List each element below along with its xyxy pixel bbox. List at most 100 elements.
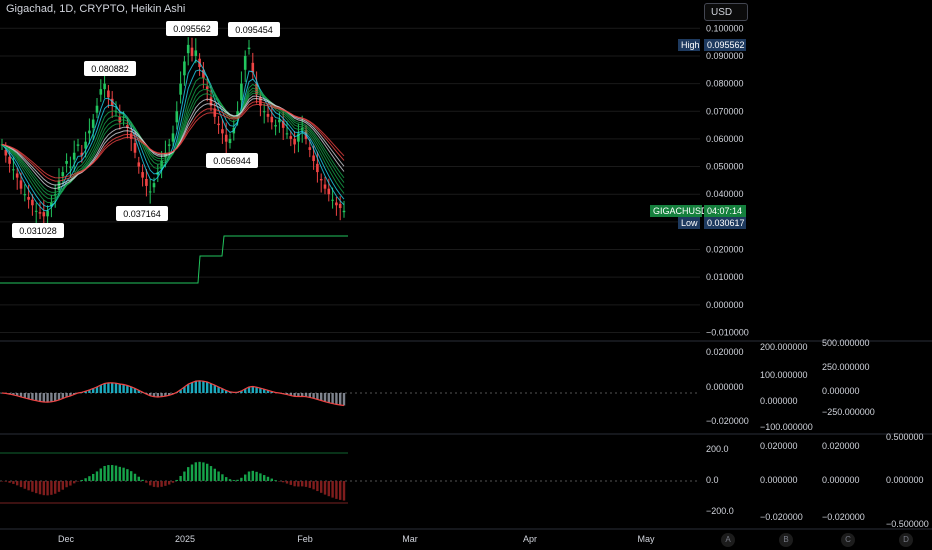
osc-bar: [323, 481, 327, 495]
osc-bar: [206, 463, 209, 481]
candle-body: [145, 179, 148, 186]
candle-body: [179, 83, 182, 95]
macd-bar: [50, 393, 53, 402]
candle-body: [72, 152, 76, 160]
time-axis-label: Feb: [297, 534, 313, 544]
macd-bar: [35, 393, 38, 401]
macd-bar: [323, 393, 327, 402]
osc-bar: [137, 476, 140, 481]
candle-body: [342, 210, 346, 213]
macd-bar: [202, 381, 205, 393]
osc-bar: [114, 465, 118, 481]
macd-tick-c: −250.000000: [822, 407, 875, 417]
scale-button-b[interactable]: B: [779, 533, 793, 547]
currency-button[interactable]: USD: [704, 3, 748, 21]
osc-bar: [327, 481, 330, 497]
osc-tick-b: −0.020000: [760, 512, 803, 522]
candle-body: [27, 196, 30, 200]
high-label: High: [681, 40, 700, 50]
osc-bar: [339, 481, 342, 500]
macd-bar: [99, 385, 102, 393]
time-axis-label: May: [637, 534, 655, 544]
candle-body: [19, 180, 23, 189]
osc-bar: [304, 481, 308, 487]
osc-bar: [0, 481, 4, 482]
macd-bar: [331, 393, 334, 404]
candle-body: [247, 47, 251, 50]
chart-canvas[interactable]: 0.100000 0.090000 0.080000 0.070000 0.060000…: [0, 0, 932, 550]
osc-bar: [179, 475, 182, 481]
osc-bar: [331, 481, 334, 498]
macd-tick-a: 0.020000: [706, 347, 744, 357]
candle-body: [243, 55, 247, 70]
osc-bar: [152, 481, 156, 487]
candle-body: [274, 125, 277, 127]
osc-bar: [320, 481, 323, 493]
osc-bar: [38, 481, 42, 495]
osc-bar: [335, 481, 338, 499]
osc-tick-d: 0.500000: [886, 432, 924, 442]
osc-bar: [289, 481, 292, 485]
price-tick-label: −0.010000: [706, 327, 749, 337]
osc-bar: [301, 481, 304, 487]
osc-bar: [4, 481, 7, 482]
scale-button-c[interactable]: C: [841, 533, 855, 547]
osc-bar: [27, 481, 30, 491]
candle-body: [88, 130, 91, 134]
macd-bar: [126, 385, 129, 393]
candle-body: [228, 138, 232, 144]
osc-tick-a: 0.0: [706, 475, 719, 485]
osc-tick-c: 0.000000: [822, 475, 860, 485]
osc-bar: [111, 465, 114, 481]
candle-body: [319, 179, 323, 181]
candle-body: [323, 184, 327, 189]
macd-tick-a: 0.000000: [706, 382, 744, 392]
osc-bar: [103, 465, 106, 481]
osc-bar: [293, 481, 296, 487]
osc-bar: [213, 468, 216, 481]
osc-bar: [149, 481, 152, 486]
price-tick-label: 0.080000: [706, 79, 744, 89]
candle-body: [171, 133, 175, 142]
candle-body: [42, 212, 46, 217]
macd-bar: [57, 393, 61, 400]
macd-tick-c: 250.000000: [822, 362, 870, 372]
osc-bar: [168, 481, 171, 485]
osc-bar: [263, 475, 266, 481]
scale-button-a[interactable]: A: [721, 533, 735, 547]
candle-body: [262, 111, 266, 113]
candle-body: [221, 129, 224, 134]
osc-bar: [198, 461, 201, 481]
macd-bar: [111, 382, 114, 393]
time-axis-label: Mar: [402, 534, 418, 544]
macd-tick-c: 0.000000: [822, 386, 860, 396]
candle-body: [240, 83, 243, 101]
osc-bar: [194, 462, 197, 481]
osc-bar: [236, 479, 239, 481]
osc-bar: [95, 471, 99, 481]
macd-bar: [251, 386, 254, 393]
candle-body: [148, 191, 152, 193]
osc-bar: [171, 481, 175, 483]
price-annotation-label: 0.031028: [19, 226, 57, 236]
candle-body: [12, 169, 15, 171]
low-label: Low: [681, 218, 698, 228]
time-axis-label: Apr: [523, 534, 537, 544]
osc-bar: [312, 481, 315, 490]
osc-bar: [12, 481, 15, 484]
osc-bar: [190, 464, 194, 481]
candle-body: [38, 212, 42, 214]
symbol-label: GIGACHUSD: [653, 206, 708, 216]
price-annotation-label: 0.095454: [235, 25, 273, 35]
osc-bar: [35, 481, 38, 494]
osc-bar: [244, 474, 247, 481]
osc-bar: [99, 468, 102, 481]
macd-bar: [316, 393, 319, 400]
osc-bar: [76, 481, 80, 482]
candle-body: [175, 111, 179, 123]
macd-tick-b: 0.000000: [760, 396, 798, 406]
scale-button-d[interactable]: D: [899, 533, 913, 547]
macd-bar: [339, 393, 342, 405]
candle-body: [293, 138, 296, 145]
macd-bar: [206, 382, 209, 393]
